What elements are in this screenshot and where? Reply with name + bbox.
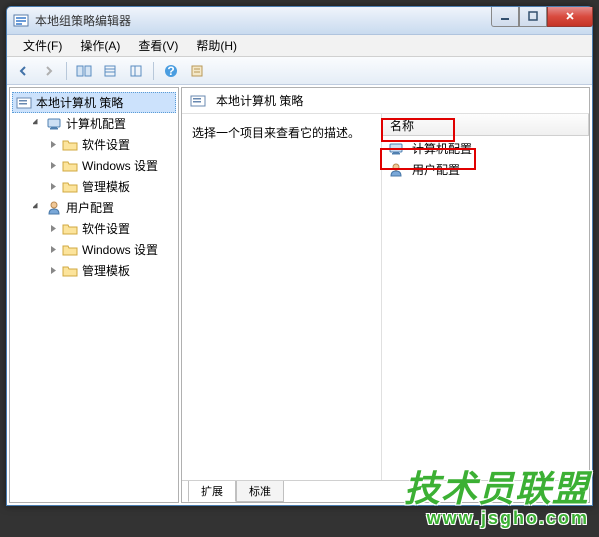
tree-label: 管理模板 xyxy=(82,262,130,279)
maximize-button[interactable] xyxy=(519,7,547,27)
details-header: 本地计算机 策略 xyxy=(182,88,589,114)
list-column: 名称 计算机配置 用户配置 xyxy=(382,114,589,480)
tree-label: Windows 设置 xyxy=(82,157,158,174)
description-text: 选择一个项目来查看它的描述。 xyxy=(192,124,371,141)
tree-software-settings[interactable]: 软件设置 xyxy=(44,134,176,155)
tree-user-config[interactable]: 用户配置 xyxy=(28,197,176,218)
folder-icon xyxy=(62,179,78,195)
toolbar-separator xyxy=(153,62,154,80)
svg-text:?: ? xyxy=(167,64,174,78)
window-title: 本地组策略编辑器 xyxy=(35,12,491,29)
folder-icon xyxy=(62,221,78,237)
list-item-computer-config[interactable]: 计算机配置 xyxy=(382,138,589,159)
tree-computer-config[interactable]: 计算机配置 xyxy=(28,113,176,134)
details-pane: 本地计算机 策略 选择一个项目来查看它的描述。 名称 计算机配置 xyxy=(181,87,590,503)
list-item-label: 用户配置 xyxy=(412,161,460,178)
policy-icon xyxy=(190,93,206,109)
list-view-button[interactable] xyxy=(98,60,122,82)
menu-view[interactable]: 查看(V) xyxy=(130,35,186,56)
tab-bar: 扩展 标准 xyxy=(182,480,589,502)
folder-icon xyxy=(62,242,78,258)
list-item-label: 计算机配置 xyxy=(412,140,472,157)
tree-label: 计算机配置 xyxy=(66,115,126,132)
expand-icon[interactable] xyxy=(48,244,59,255)
window-controls xyxy=(491,7,593,27)
expand-icon[interactable] xyxy=(48,160,59,171)
tab-standard[interactable]: 标准 xyxy=(236,481,284,502)
description-column: 选择一个项目来查看它的描述。 xyxy=(182,114,382,480)
details-title: 本地计算机 策略 xyxy=(216,92,303,109)
tree-label: 本地计算机 策略 xyxy=(36,94,123,111)
properties-button[interactable] xyxy=(185,60,209,82)
menu-help[interactable]: 帮助(H) xyxy=(188,35,245,56)
back-button[interactable] xyxy=(11,60,35,82)
tree-root-node[interactable]: 本地计算机 策略 xyxy=(12,92,176,113)
column-header-name[interactable]: 名称 xyxy=(382,114,589,135)
computer-icon xyxy=(46,116,62,132)
expand-icon[interactable] xyxy=(48,223,59,234)
app-icon xyxy=(13,13,29,29)
expand-icon[interactable] xyxy=(48,181,59,192)
menu-action[interactable]: 操作(A) xyxy=(72,35,128,56)
details-view-button[interactable] xyxy=(124,60,148,82)
list-item-user-config[interactable]: 用户配置 xyxy=(382,159,589,180)
menu-bar: 文件(F) 操作(A) 查看(V) 帮助(H) xyxy=(7,35,592,57)
tree-software-settings[interactable]: 软件设置 xyxy=(44,218,176,239)
minimize-button[interactable] xyxy=(491,7,519,27)
forward-button[interactable] xyxy=(37,60,61,82)
tree-label: 软件设置 xyxy=(82,220,130,237)
collapse-icon[interactable] xyxy=(32,118,43,129)
content-area: 本地计算机 策略 计算机配置 软件设置 xyxy=(7,85,592,505)
folder-icon xyxy=(62,158,78,174)
folder-icon xyxy=(62,263,78,279)
computer-icon xyxy=(388,141,404,157)
tree-label: 管理模板 xyxy=(82,178,130,195)
expand-icon[interactable] xyxy=(48,139,59,150)
expand-icon[interactable] xyxy=(48,265,59,276)
toolbar: ? xyxy=(7,57,592,85)
toolbar-separator xyxy=(66,62,67,80)
tab-extended[interactable]: 扩展 xyxy=(188,481,236,502)
tree-pane[interactable]: 本地计算机 策略 计算机配置 软件设置 xyxy=(9,87,179,503)
user-icon xyxy=(46,200,62,216)
watermark-url: www.jsgho.com xyxy=(404,508,589,529)
tree-label: 用户配置 xyxy=(66,199,114,216)
tree-windows-settings[interactable]: Windows 设置 xyxy=(44,155,176,176)
tree-admin-templates[interactable]: 管理模板 xyxy=(44,176,176,197)
help-button[interactable]: ? xyxy=(159,60,183,82)
user-icon xyxy=(388,162,404,178)
collapse-icon[interactable] xyxy=(32,202,43,213)
title-bar[interactable]: 本地组策略编辑器 xyxy=(7,7,592,35)
close-button[interactable] xyxy=(547,7,593,27)
tree-label: Windows 设置 xyxy=(82,241,158,258)
tree-label: 软件设置 xyxy=(82,136,130,153)
app-window: 本地组策略编辑器 文件(F) 操作(A) 查看(V) 帮助(H) ? 本地计算机… xyxy=(6,6,593,506)
view-mode-button[interactable] xyxy=(72,60,96,82)
details-body: 选择一个项目来查看它的描述。 名称 计算机配置 用户配置 xyxy=(182,114,589,480)
column-header-row: 名称 xyxy=(382,114,589,136)
tree-windows-settings[interactable]: Windows 设置 xyxy=(44,239,176,260)
tree-admin-templates[interactable]: 管理模板 xyxy=(44,260,176,281)
policy-icon xyxy=(16,95,32,111)
menu-file[interactable]: 文件(F) xyxy=(15,35,70,56)
folder-icon xyxy=(62,137,78,153)
